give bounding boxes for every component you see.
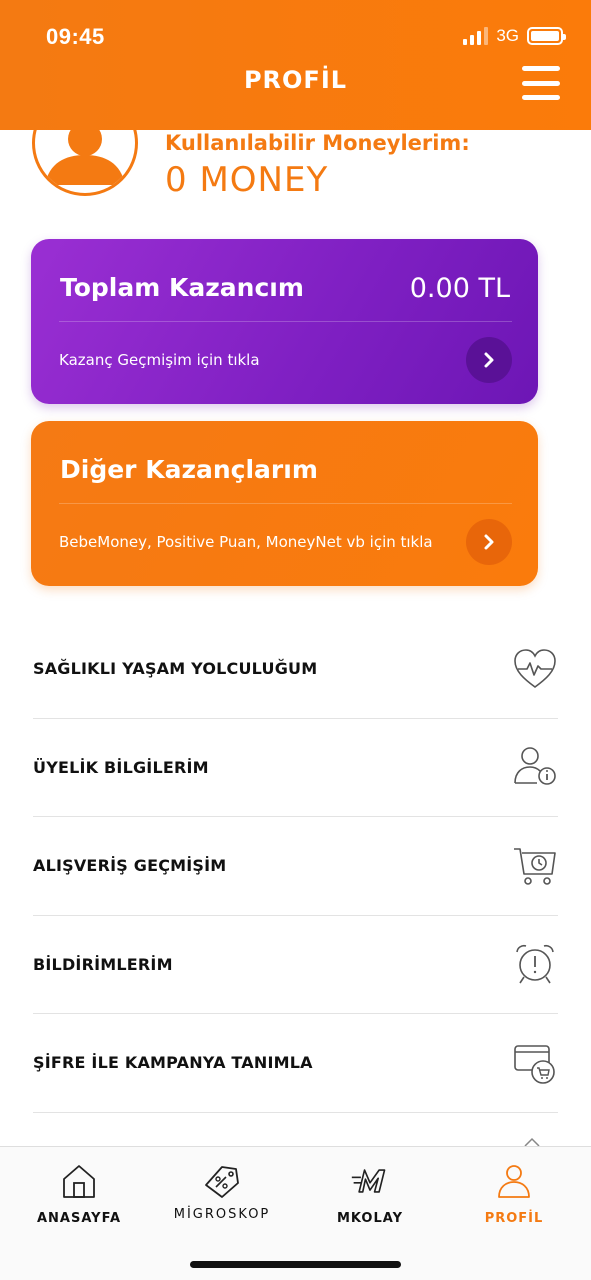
profile-menu-list: SAĞLIKLI YAŞAM YOLCULUĞUM ÜYELİK BİLGİLE… bbox=[33, 620, 558, 1113]
user-info-icon bbox=[512, 744, 558, 790]
menu-line bbox=[522, 66, 560, 71]
heart-pulse-icon bbox=[512, 646, 558, 692]
hamburger-menu-button[interactable] bbox=[522, 66, 560, 100]
chevron-right-icon bbox=[484, 534, 494, 550]
menu-item-notifications[interactable]: BİLDİRİMLERİM bbox=[33, 916, 558, 1014]
price-tag-icon bbox=[202, 1161, 242, 1201]
home-indicator bbox=[190, 1261, 401, 1268]
home-icon bbox=[59, 1161, 99, 1201]
total-earnings-card[interactable]: Toplam Kazancım 0.00 TL Kazanç Geçmişim … bbox=[31, 239, 538, 404]
tab-migroskop[interactable]: MİGROSKOP bbox=[148, 1147, 296, 1247]
chevron-right-icon bbox=[484, 352, 494, 368]
signal-icon bbox=[463, 27, 489, 45]
tab-label: ANASAYFA bbox=[36, 1211, 122, 1226]
tab-profile[interactable]: PROFİL bbox=[440, 1147, 588, 1247]
menu-item-healthy-life[interactable]: SAĞLIKLI YAŞAM YOLCULUĞUM bbox=[33, 620, 558, 719]
tab-home[interactable]: ANASAYFA bbox=[5, 1147, 153, 1247]
menu-line bbox=[522, 95, 560, 100]
bottom-tab-bar: ANASAYFA MİGROSKOP MKOLAY PROFİL bbox=[0, 1146, 591, 1280]
menu-item-membership[interactable]: ÜYELİK BİLGİLERİM bbox=[33, 719, 558, 817]
page-title: PROFİL bbox=[243, 66, 348, 94]
menu-line bbox=[522, 80, 560, 86]
cart-clock-icon bbox=[512, 843, 558, 889]
other-earnings-link[interactable]: BebeMoney, Positive Puan, MoneyNet vb iç… bbox=[59, 533, 433, 551]
menu-item-label: SAĞLIKLI YAŞAM YOLCULUĞUM bbox=[33, 659, 318, 679]
tab-mkolay[interactable]: MKOLAY bbox=[296, 1147, 444, 1247]
money-label: Kullanılabilir Moneylerim: bbox=[165, 131, 470, 155]
card-title: Diğer Kazançlarım bbox=[60, 455, 318, 484]
menu-item-campaign-code[interactable]: ŞİFRE İLE KAMPANYA TANIMLA bbox=[33, 1014, 558, 1113]
chevron-right-button[interactable] bbox=[466, 337, 512, 383]
battery-icon bbox=[527, 27, 566, 45]
card-title: Toplam Kazancım bbox=[60, 273, 304, 302]
earnings-history-link[interactable]: Kazanç Geçmişim için tıkla bbox=[59, 351, 260, 369]
earnings-amount: 0.00 TL bbox=[409, 273, 510, 304]
app-header: 09:45 3G PROFİL bbox=[0, 0, 591, 130]
alarm-clock-icon bbox=[512, 941, 558, 987]
chevron-right-button[interactable] bbox=[466, 519, 512, 565]
menu-item-shopping-history[interactable]: ALIŞVERİŞ GEÇMİŞİM bbox=[33, 817, 558, 916]
menu-item-label: ÜYELİK BİLGİLERİM bbox=[33, 757, 209, 777]
status-time: 09:45 bbox=[46, 24, 105, 49]
mkolay-icon bbox=[350, 1161, 390, 1201]
menu-item-label: BİLDİRİMLERİM bbox=[33, 954, 173, 974]
network-type: 3G bbox=[496, 26, 519, 45]
other-earnings-card[interactable]: Diğer Kazançlarım BebeMoney, Positive Pu… bbox=[31, 421, 538, 586]
status-indicators: 3G bbox=[463, 26, 566, 46]
divider bbox=[59, 321, 512, 322]
divider bbox=[59, 503, 512, 504]
tab-label: PROFİL bbox=[484, 1211, 544, 1226]
tab-label: MKOLAY bbox=[337, 1211, 403, 1226]
user-icon bbox=[494, 1161, 534, 1201]
menu-item-label: ŞİFRE İLE KAMPANYA TANIMLA bbox=[33, 1053, 313, 1073]
tab-label: MİGROSKOP bbox=[173, 1207, 271, 1222]
menu-item-label: ALIŞVERİŞ GEÇMİŞİM bbox=[33, 856, 227, 876]
money-value: 0 MONEY bbox=[165, 160, 329, 200]
card-cart-icon bbox=[512, 1040, 558, 1086]
